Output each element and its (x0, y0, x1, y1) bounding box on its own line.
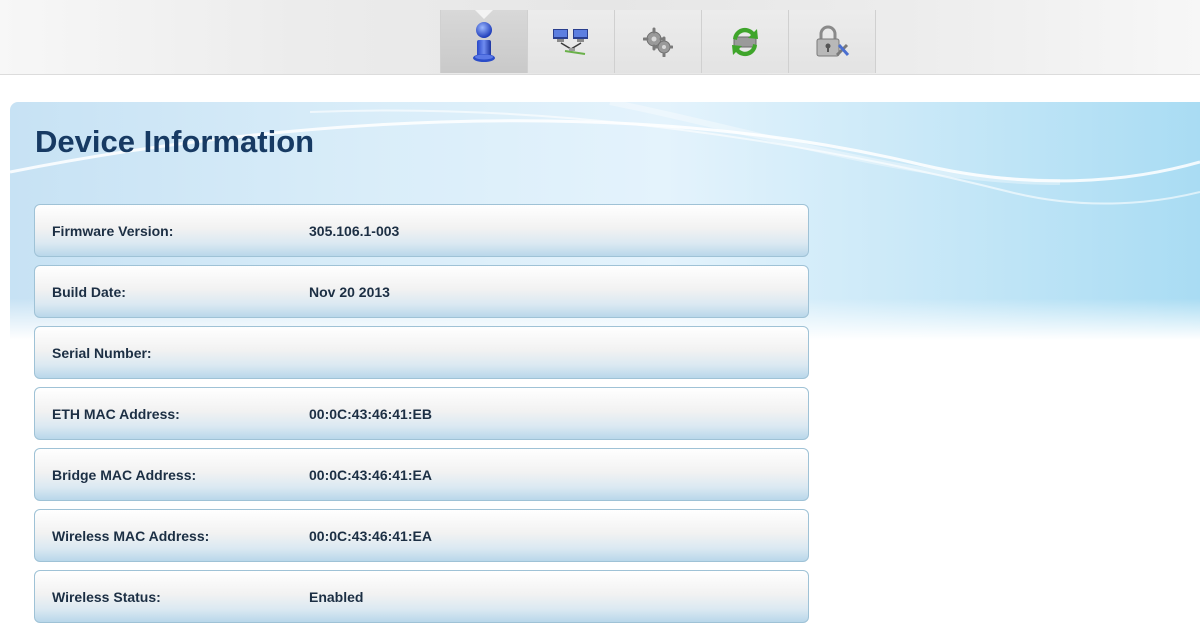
info-row-build-date: Build Date: Nov 20 2013 (34, 265, 809, 318)
info-row-wireless-mac: Wireless MAC Address: 00:0C:43:46:41:EA (34, 509, 809, 562)
info-label: ETH MAC Address: (52, 405, 180, 422)
info-value: 00:0C:43:46:41:EA (309, 466, 432, 483)
tab-network[interactable] (528, 10, 615, 73)
info-label: Bridge MAC Address: (52, 466, 197, 483)
network-computers-icon (551, 27, 591, 57)
info-person-icon (471, 21, 497, 63)
padlock-tools-icon (813, 25, 851, 59)
info-row-wireless-status: Wireless Status: Enabled (34, 570, 809, 623)
info-row-firmware-version: Firmware Version: 305.106.1-003 (34, 204, 809, 257)
toolbar-tabs (440, 10, 876, 73)
info-value: 00:0C:43:46:41:EB (309, 405, 432, 422)
tab-security[interactable] (789, 10, 876, 73)
tab-update[interactable] (702, 10, 789, 73)
update-arrows-icon (728, 25, 762, 59)
info-label: Firmware Version: (52, 222, 174, 239)
info-label: Build Date: (52, 283, 126, 300)
info-value: 00:0C:43:46:41:EA (309, 527, 432, 544)
tab-settings[interactable] (615, 10, 702, 73)
info-value: Enabled (309, 588, 364, 605)
info-row-eth-mac: ETH MAC Address: 00:0C:43:46:41:EB (34, 387, 809, 440)
info-label: Wireless Status: (52, 588, 161, 605)
page-title: Device Information (35, 124, 315, 159)
info-label: Wireless MAC Address: (52, 527, 210, 544)
info-value: 305.106.1-003 (309, 222, 400, 239)
info-row-bridge-mac: Bridge MAC Address: 00:0C:43:46:41:EA (34, 448, 809, 501)
tab-device-info[interactable] (440, 10, 528, 73)
top-toolbar (0, 0, 1200, 75)
info-value: Nov 20 2013 (309, 283, 390, 300)
gears-icon (643, 27, 673, 57)
device-info-table: Firmware Version: 305.106.1-003 Build Da… (34, 204, 809, 631)
info-label: Serial Number: (52, 344, 152, 361)
info-row-serial-number: Serial Number: (34, 326, 809, 379)
